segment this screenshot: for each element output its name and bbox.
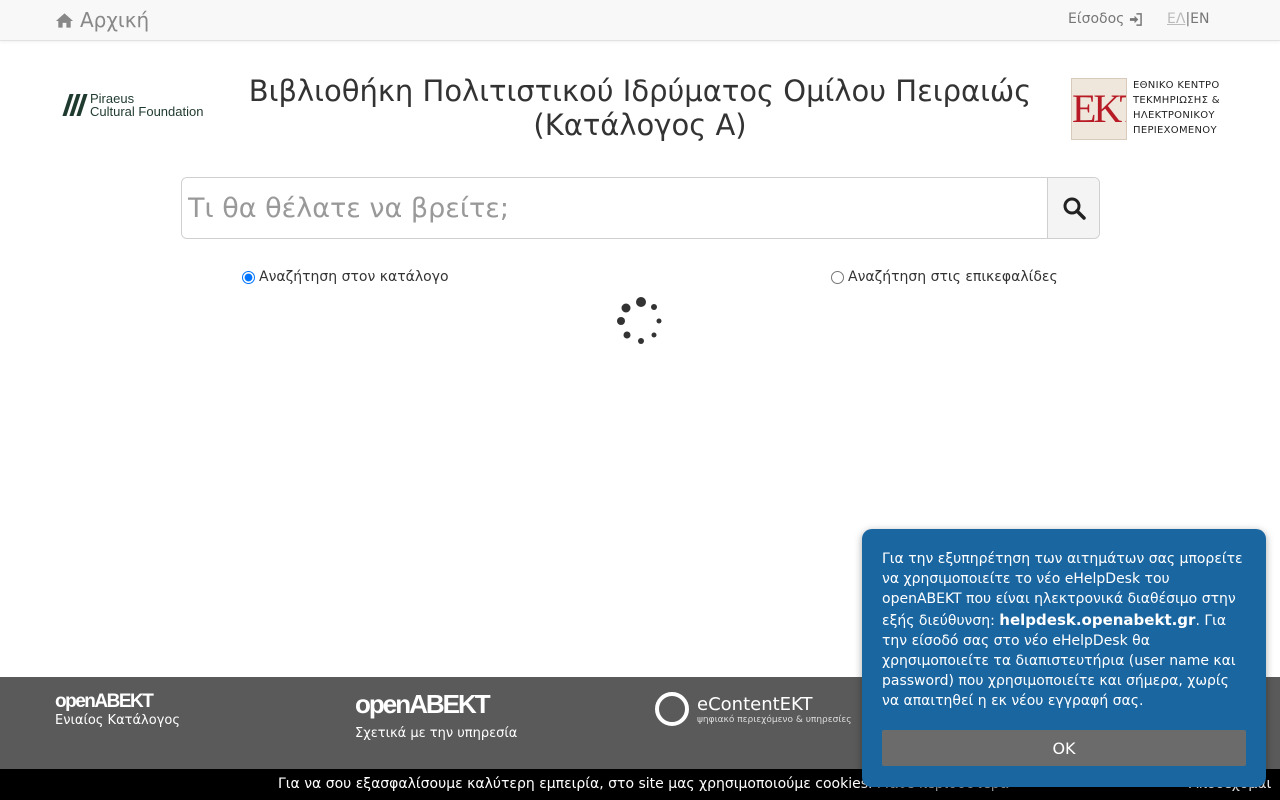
radio-search-headings[interactable]: Αναζήτηση στις επικεφαλίδες bbox=[831, 269, 1058, 285]
ekt-text-line: ΗΛΕΚΤΡΟΝΙΚΟΥ bbox=[1133, 110, 1215, 121]
login-label: Είσοδος bbox=[1068, 11, 1125, 27]
ekt-text-line: ΕΘΝΙΚΟ ΚΕΝΤΡΟ bbox=[1133, 80, 1220, 91]
sign-in-icon bbox=[1130, 12, 1143, 26]
ekt-text-line: ΤΕΚΜΗΡΙΩΣΗΣ & bbox=[1133, 95, 1220, 106]
radio-headings-label: Αναζήτηση στις επικεφαλίδες bbox=[848, 269, 1058, 285]
home-link[interactable]: Αρχική bbox=[55, 8, 149, 32]
footer-logo3-sub: ψηφιακό περιεχόμενο & υπηρεσίες bbox=[697, 714, 852, 725]
search-input[interactable] bbox=[182, 178, 1047, 238]
lang-el-link[interactable]: ΕΛ bbox=[1167, 11, 1185, 27]
pcf-logo-text: Piraeus Cultural Foundation bbox=[90, 92, 203, 118]
lang-en-link[interactable]: EN bbox=[1190, 11, 1209, 27]
cookie-text: Για να σου εξασφαλίσουμε καλύτερη εμπειρ… bbox=[278, 776, 873, 792]
footer-econtentekt-link[interactable]: eContentEKT ψηφιακό περιεχόμενο & υπηρεσ… bbox=[655, 692, 852, 726]
page-title-line2: (Κατάλογος Α) bbox=[533, 108, 747, 142]
footer-openabekt-catalog-link[interactable]: openABEKT Ενιαίος Κατάλογος bbox=[55, 691, 180, 728]
radio-headings-input[interactable] bbox=[831, 270, 844, 284]
home-icon bbox=[55, 12, 74, 28]
page-title-line1: Βιβλιοθήκη Πολιτιστικού Ιδρύματος Ομίλου… bbox=[248, 74, 1032, 108]
footer-logo2-sub: Σχετικά με την υπηρεσία bbox=[355, 726, 518, 741]
popup-message: Για την εξυπηρέτηση των αιτημάτων σας μπ… bbox=[882, 549, 1248, 712]
search-icon bbox=[1063, 197, 1086, 220]
popup-ok-button[interactable]: OK bbox=[882, 730, 1246, 766]
footer-openabekt-about-link[interactable]: openABEKT Σχετικά με την υπηρεσία bbox=[355, 689, 517, 741]
footer-logo2-name: openABEKT bbox=[355, 689, 491, 719]
radio-catalog-input[interactable] bbox=[242, 270, 255, 284]
ekt-mark: EKT bbox=[1071, 78, 1127, 140]
radio-catalog-label: Αναζήτηση στον κατάλογο bbox=[259, 269, 449, 285]
ekt-text-line: ΠΕΡΙΕΧΟΜΕΝΟΥ bbox=[1133, 125, 1217, 136]
ekt-logo[interactable]: EKT ΕΘΝΙΚΟ ΚΕΝΤΡΟ ΤΕΚΜΗΡΙΩΣΗΣ & ΗΛΕΚΤΡΟΝ… bbox=[1071, 78, 1233, 140]
piraeus-cultural-foundation-logo[interactable]: Piraeus Cultural Foundation bbox=[62, 92, 203, 118]
footer-logo1-sub: Ενιαίος Κατάλογος bbox=[55, 713, 180, 728]
search-bar bbox=[181, 177, 1100, 239]
language-switcher: ΕΛ|EN bbox=[1167, 11, 1209, 27]
helpdesk-link[interactable]: helpdesk.openabekt.gr bbox=[999, 611, 1195, 629]
top-navbar: Αρχική Είσοδος ΕΛ|EN bbox=[0, 0, 1280, 41]
footer-logo3-name: eContentEKT bbox=[697, 693, 813, 715]
loading-spinner-icon bbox=[617, 297, 662, 344]
pcf-logo-line2: Cultural Foundation bbox=[90, 104, 204, 119]
footer-logo1-name: openABEKT bbox=[55, 691, 154, 712]
page-title: Βιβλιοθήκη Πολιτιστικού Ιδρύματος Ομίλου… bbox=[240, 74, 1040, 142]
helpdesk-notice-popup: Για την εξυπηρέτηση των αιτημάτων σας μπ… bbox=[862, 529, 1266, 787]
radio-search-catalog[interactable]: Αναζήτηση στον κατάλογο bbox=[242, 269, 449, 285]
pcf-mark-icon bbox=[62, 94, 88, 116]
home-label: Αρχική bbox=[80, 8, 150, 32]
search-button[interactable] bbox=[1047, 178, 1099, 238]
econtent-ring-icon bbox=[655, 692, 689, 726]
login-link[interactable]: Είσοδος bbox=[1068, 11, 1143, 27]
ekt-logo-text: ΕΘΝΙΚΟ ΚΕΝΤΡΟ ΤΕΚΜΗΡΙΩΣΗΣ & ΗΛΕΚΤΡΟΝΙΚΟΥ… bbox=[1133, 78, 1233, 138]
